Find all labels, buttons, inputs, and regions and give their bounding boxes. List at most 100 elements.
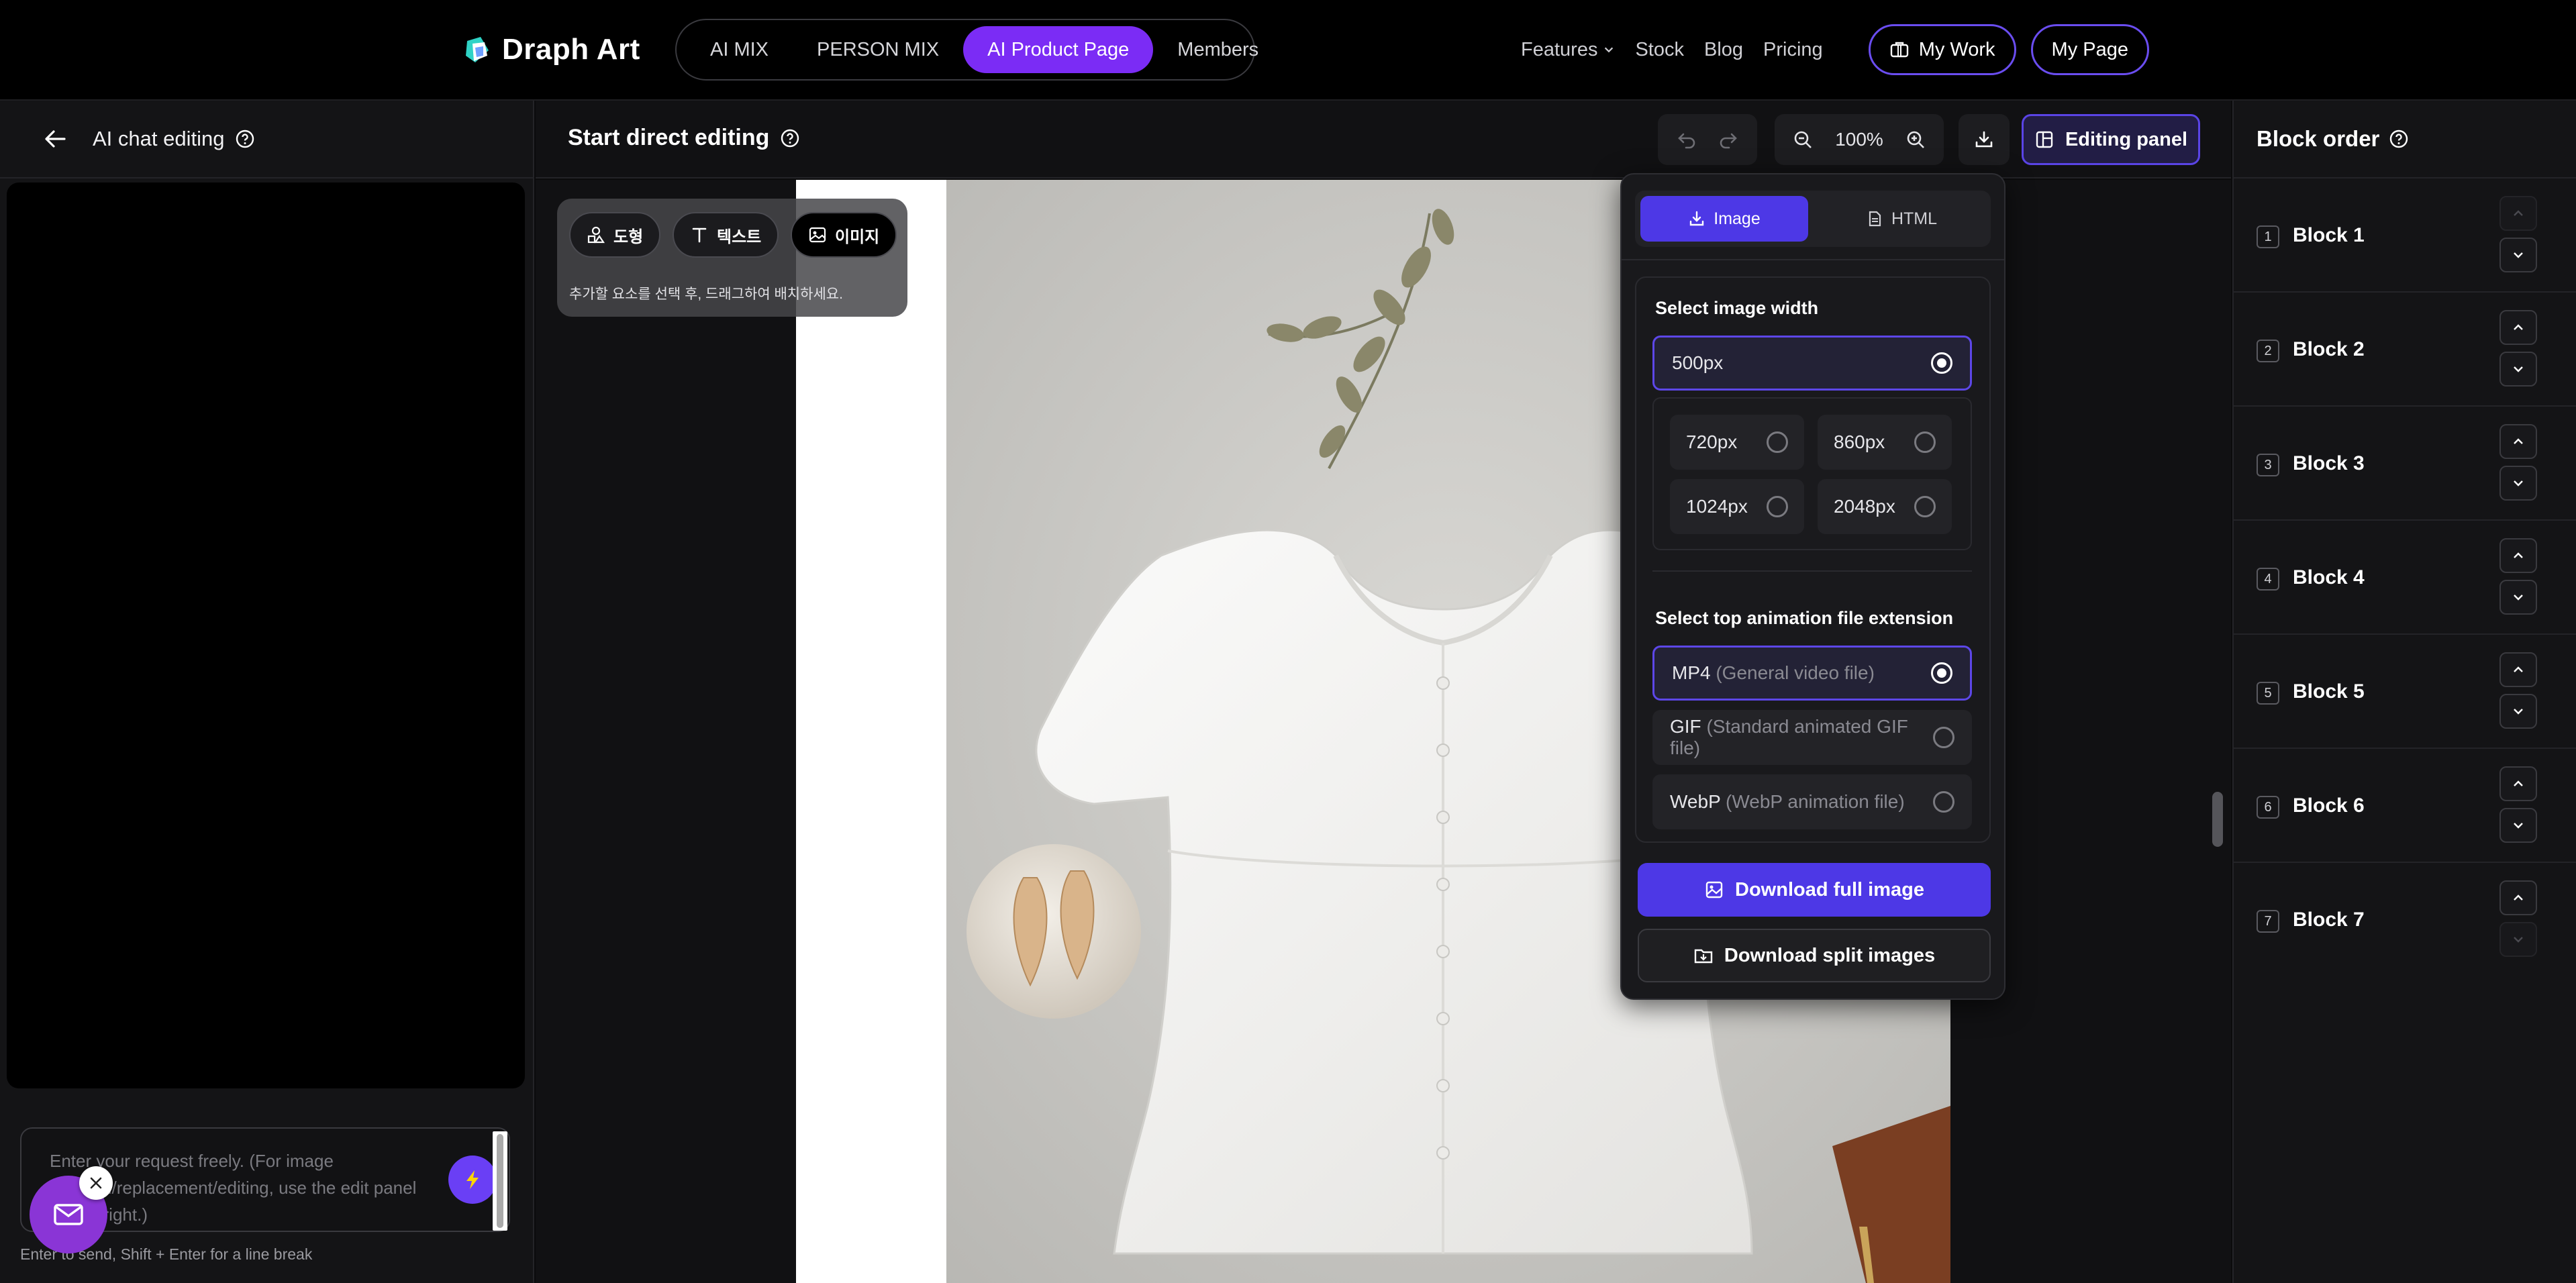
- file-icon: [1866, 210, 1883, 227]
- move-down-button[interactable]: [2499, 808, 2537, 843]
- help-circle-icon[interactable]: [780, 128, 800, 148]
- width-option-860[interactable]: 860px: [1818, 415, 1952, 470]
- canvas-page-margin: [796, 180, 948, 1283]
- radio-unselected[interactable]: [1914, 496, 1936, 517]
- zoom-out-icon[interactable]: [1792, 129, 1814, 150]
- width-option-2048[interactable]: 2048px: [1818, 479, 1952, 534]
- download-full-image-label: Download full image: [1735, 878, 1924, 901]
- move-up-button[interactable]: [2499, 652, 2537, 687]
- block-order-title: Block order: [2257, 126, 2380, 151]
- editing-panel-label: Editing panel: [2065, 128, 2188, 150]
- nav-tab-person-mix[interactable]: PERSON MIX: [793, 26, 963, 73]
- block-row[interactable]: 7 Block 7: [2234, 863, 2576, 977]
- chevron-up-icon: [2510, 548, 2526, 564]
- move-down-button[interactable]: [2499, 922, 2537, 957]
- draph-logo-icon: [460, 33, 494, 66]
- chevron-down-icon: [2510, 817, 2526, 833]
- tab-html[interactable]: HTML: [1818, 196, 1985, 242]
- move-down-button[interactable]: [2499, 238, 2537, 272]
- move-up-button[interactable]: [2499, 310, 2537, 345]
- undo-icon[interactable]: [1676, 129, 1697, 150]
- move-down-button[interactable]: [2499, 352, 2537, 387]
- nav-link-stock[interactable]: Stock: [1635, 39, 1684, 61]
- block-row[interactable]: 2 Block 2: [2234, 293, 2576, 407]
- download-toggle-button[interactable]: [1959, 114, 2010, 165]
- nav-tab-members[interactable]: Members: [1153, 26, 1283, 73]
- block-row[interactable]: 1 Block 1: [2234, 178, 2576, 293]
- block-number: 6: [2257, 796, 2279, 819]
- close-float-button[interactable]: [79, 1166, 113, 1200]
- my-work-button[interactable]: My Work: [1868, 24, 2016, 75]
- radio-selected[interactable]: [1931, 662, 1952, 684]
- radio-unselected[interactable]: [1933, 727, 1954, 748]
- canvas-scrollbar[interactable]: [2212, 792, 2223, 847]
- insert-tab-image[interactable]: 이미지: [791, 212, 897, 258]
- nav-link-blog[interactable]: Blog: [1704, 39, 1743, 61]
- animation-option-webp[interactable]: WebP (WebP animation file): [1652, 774, 1972, 829]
- width-option-1024[interactable]: 1024px: [1670, 479, 1804, 534]
- download-full-image-button[interactable]: Download full image: [1638, 863, 1991, 917]
- move-down-button[interactable]: [2499, 694, 2537, 729]
- animation-option-mp4[interactable]: MP4 (General video file): [1652, 646, 1972, 701]
- insert-tab-image-label: 이미지: [835, 227, 880, 246]
- my-work-label: My Work: [1918, 38, 1995, 60]
- move-down-button[interactable]: [2499, 580, 2537, 615]
- nav-tab-ai-product-page[interactable]: AI Product Page: [963, 26, 1154, 73]
- help-circle-icon[interactable]: [2389, 129, 2409, 149]
- radio-unselected[interactable]: [1933, 791, 1954, 813]
- tab-image-label: Image: [1714, 209, 1761, 228]
- radio-unselected[interactable]: [1767, 496, 1788, 517]
- mail-icon: [51, 1197, 86, 1232]
- block-label: Block 6: [2293, 794, 2365, 817]
- image-download-icon: [1704, 880, 1724, 900]
- move-up-button[interactable]: [2499, 196, 2537, 231]
- top-navigation-bar: Draph Art AI MIX PERSON MIX AI Product P…: [0, 0, 2576, 101]
- help-circle-icon[interactable]: [235, 129, 255, 149]
- move-up-button[interactable]: [2499, 766, 2537, 801]
- move-down-button[interactable]: [2499, 466, 2537, 501]
- chat-send-button[interactable]: [448, 1156, 497, 1204]
- width-option-500[interactable]: 500px: [1652, 336, 1972, 391]
- main-nav-tabs: AI MIX PERSON MIX AI Product Page Member…: [675, 19, 1258, 81]
- insert-tab-text[interactable]: 텍스트: [673, 212, 779, 258]
- zoom-in-icon[interactable]: [1905, 129, 1926, 150]
- move-up-button[interactable]: [2499, 424, 2537, 459]
- panel-layout-icon: [2034, 130, 2054, 150]
- block-row[interactable]: 5 Block 5: [2234, 635, 2576, 749]
- download-split-images-button[interactable]: Download split images: [1638, 929, 1991, 982]
- chat-message-area: [7, 183, 525, 1088]
- nav-link-pricing[interactable]: Pricing: [1763, 39, 1823, 61]
- brand-logo[interactable]: Draph Art: [460, 30, 640, 70]
- my-page-button[interactable]: My Page: [2030, 24, 2149, 75]
- nav-link-features[interactable]: Features: [1521, 39, 1615, 61]
- width-option-720[interactable]: 720px: [1670, 415, 1804, 470]
- animation-option-desc: (Standard animated GIF file): [1670, 716, 1908, 758]
- animation-option-label: GIF: [1670, 716, 1701, 737]
- animation-option-label: WebP: [1670, 791, 1721, 812]
- editing-panel-button[interactable]: Editing panel: [2022, 114, 2200, 165]
- back-arrow-icon[interactable]: [42, 125, 68, 152]
- chat-input-scrollbar[interactable]: [493, 1131, 507, 1231]
- block-row[interactable]: 4 Block 4: [2234, 521, 2576, 635]
- insert-tab-shape[interactable]: 도형: [569, 212, 661, 258]
- radio-unselected[interactable]: [1914, 431, 1936, 453]
- image-icon: [808, 225, 827, 244]
- radio-unselected[interactable]: [1767, 431, 1788, 453]
- width-option-label: 500px: [1672, 352, 1724, 373]
- undo-redo-group: [1658, 114, 1757, 165]
- redo-icon[interactable]: [1718, 129, 1739, 150]
- radio-selected[interactable]: [1931, 352, 1952, 374]
- chevron-up-icon: [2510, 319, 2526, 336]
- block-row[interactable]: 6 Block 6: [2234, 749, 2576, 863]
- animation-option-gif[interactable]: GIF (Standard animated GIF file): [1652, 710, 1972, 765]
- move-up-button[interactable]: [2499, 538, 2537, 573]
- tab-image[interactable]: Image: [1640, 196, 1808, 242]
- download-split-images-label: Download split images: [1724, 944, 1936, 966]
- nav-tab-ai-mix[interactable]: AI MIX: [686, 26, 793, 73]
- block-label: Block 3: [2293, 452, 2365, 474]
- zoom-controls: 100%: [1775, 114, 1944, 165]
- move-up-button[interactable]: [2499, 880, 2537, 915]
- block-row[interactable]: 3 Block 3: [2234, 407, 2576, 521]
- block-label: Block 4: [2293, 566, 2365, 588]
- block-label: Block 7: [2293, 909, 2365, 931]
